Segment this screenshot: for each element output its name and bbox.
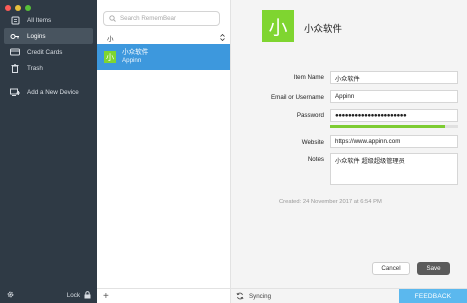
search-icon [109, 15, 116, 22]
item-detail-pane: 小 小众软件 Item Name 小众软件 Email or Username … [231, 0, 467, 303]
website-label: Website [301, 139, 324, 146]
password-label: Password [296, 112, 324, 119]
lock-icon [84, 290, 91, 301]
credit-card-icon [10, 47, 20, 57]
website-field[interactable]: https://www.appinn.com [330, 135, 458, 148]
add-device-button[interactable]: Add a New Device [4, 84, 93, 100]
close-window-button[interactable] [5, 5, 11, 11]
sidebar-item-label: Trash [27, 64, 43, 72]
sidebar-item-label: All Items [27, 16, 52, 24]
items-list-pane: Search RememBear 小 小 小众软件 Appinn + [97, 0, 231, 303]
all-items-icon [10, 15, 20, 25]
lock-button[interactable]: Lock [66, 290, 91, 301]
detail-title: 小众软件 [304, 24, 343, 35]
search-input[interactable]: Search RememBear [103, 11, 220, 26]
chevron-updown-icon [220, 33, 225, 43]
add-device-icon [10, 87, 20, 97]
sync-icon [236, 292, 244, 300]
search-placeholder: Search RememBear [120, 15, 177, 22]
sidebar: All Items Logins Credit Cards Trash Add … [0, 0, 97, 303]
list-item-title: 小众软件 [122, 49, 149, 56]
password-field[interactable]: ●●●●●●●●●●●●●●●●●●●●●● [330, 109, 458, 122]
sidebar-item-all-items[interactable]: All Items [4, 12, 93, 28]
created-timestamp: Created: 24 November 2017 at 6:54 PM [279, 199, 382, 205]
settings-icon[interactable] [6, 290, 15, 301]
minimize-window-button[interactable] [15, 5, 21, 11]
lock-label: Lock [66, 292, 80, 299]
username-label: Email or Username [271, 94, 324, 101]
username-field[interactable]: Appinn [330, 90, 458, 103]
sync-label: Syncing [249, 292, 272, 300]
sidebar-item-logins[interactable]: Logins [4, 28, 93, 44]
item-name-label: Item Name [293, 74, 324, 81]
add-item-button[interactable]: + [103, 291, 109, 302]
sidebar-item-label: Credit Cards [27, 48, 63, 56]
save-button[interactable]: Save [417, 262, 450, 275]
sidebar-item-label: Logins [27, 32, 46, 40]
feedback-button[interactable]: FEEDBACK [399, 288, 467, 303]
detail-item-icon: 小 [262, 10, 294, 42]
filter-dropdown[interactable]: 小 [107, 33, 225, 43]
password-strength-track [445, 125, 458, 128]
list-item-subtitle: Appinn [122, 57, 142, 64]
add-device-label: Add a New Device [27, 88, 79, 96]
app-window: All Items Logins Credit Cards Trash Add … [0, 0, 467, 303]
sidebar-item-credit-cards[interactable]: Credit Cards [4, 44, 93, 60]
sidebar-nav: All Items Logins Credit Cards Trash Add … [0, 12, 97, 100]
window-controls [5, 5, 31, 11]
logins-icon [10, 31, 20, 41]
notes-field[interactable]: 小众软件 超级超级管理员 [330, 153, 458, 185]
password-strength-bar [330, 125, 445, 128]
sidebar-item-trash[interactable]: Trash [4, 60, 93, 76]
item-name-field[interactable]: 小众软件 [330, 71, 458, 84]
notes-label: Notes [307, 156, 324, 163]
filter-value: 小 [107, 36, 114, 43]
sidebar-footer: Lock [0, 288, 97, 303]
cancel-button[interactable]: Cancel [372, 262, 410, 275]
item-icon: 小 [104, 51, 116, 63]
detail-footer: Syncing FEEDBACK [231, 288, 467, 303]
list-item[interactable]: 小 小众软件 Appinn [97, 44, 230, 70]
sync-status: Syncing [236, 292, 271, 300]
list-footer: + [97, 288, 230, 303]
trash-icon [10, 63, 20, 73]
zoom-window-button[interactable] [25, 5, 31, 11]
